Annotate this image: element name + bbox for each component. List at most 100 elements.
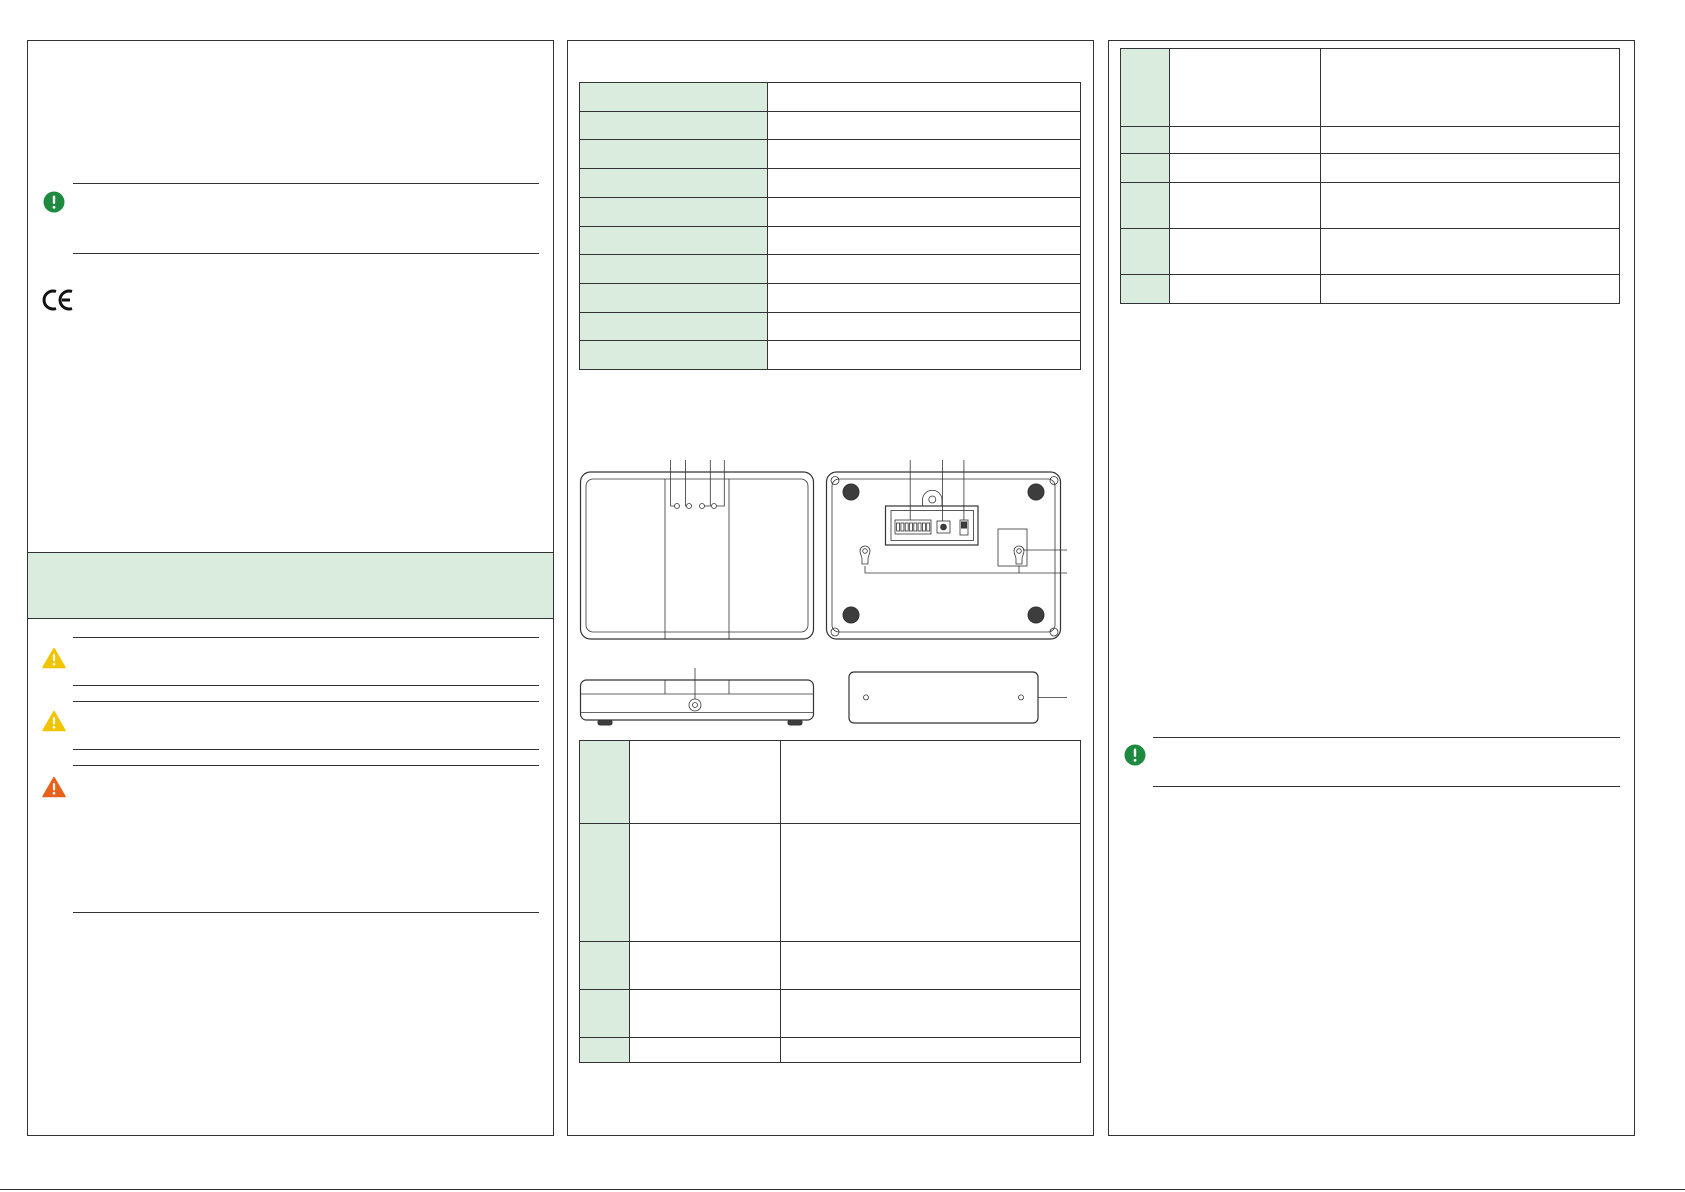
- front-housing-outline: [579, 471, 815, 640]
- rubber-foot: [842, 606, 860, 624]
- page-bottom-edge: [0, 1189, 1685, 1190]
- part-name-cell: [1170, 183, 1321, 229]
- caution-triangle-icon: [42, 710, 66, 732]
- part-number-cell: [1121, 275, 1170, 304]
- part-number-cell: [580, 741, 630, 824]
- led-indicator: [711, 503, 717, 509]
- parts-table: [1120, 48, 1620, 304]
- middle-panel: [567, 40, 1094, 1136]
- spec-value-cell: [768, 83, 1081, 112]
- side-view-diagram: [579, 668, 815, 726]
- ce-mark-logo: [42, 289, 73, 311]
- right-panel: [1108, 40, 1635, 1136]
- divider-line: [73, 749, 539, 750]
- back-panel-inset: [831, 478, 1056, 633]
- left-panel: [27, 40, 554, 1136]
- spec-value-cell: [768, 169, 1081, 198]
- divider-line: [73, 765, 539, 766]
- dip-switch-lever: [922, 522, 926, 532]
- leader-line: [864, 566, 1067, 574]
- back-view-diagram: [825, 460, 1067, 640]
- part-description-cell: [781, 824, 1081, 942]
- keyhole-slot-opening: [1016, 548, 1022, 554]
- divider-line: [73, 701, 539, 702]
- warning-triangle-icon: [42, 776, 66, 798]
- dip-switch-lever: [904, 522, 909, 532]
- part-name-cell: [1170, 275, 1321, 304]
- parts-table: [579, 740, 1081, 1063]
- dip-switch-lever: [909, 522, 913, 532]
- part-description-cell: [1321, 127, 1620, 154]
- part-number-cell: [1121, 49, 1170, 127]
- mounting-hole: [1018, 694, 1024, 701]
- rubber-foot: [597, 719, 613, 726]
- spec-label-cell: [580, 283, 768, 313]
- cover-screw-hole: [928, 495, 937, 504]
- spec-value-cell: [768, 255, 1081, 284]
- part-description-cell: [781, 1038, 1081, 1063]
- dip-switch-lever: [917, 522, 922, 532]
- leader-line: [716, 460, 725, 507]
- part-name-cell: [1170, 49, 1321, 127]
- device-diagrams: [579, 460, 1067, 726]
- rubber-foot: [1027, 483, 1045, 501]
- part-number-cell: [1121, 127, 1170, 154]
- led-indicator: [686, 503, 692, 509]
- cover-tab: [922, 489, 943, 506]
- divider-line: [73, 183, 539, 184]
- divider-line: [73, 912, 539, 913]
- front-panel-inset: [585, 478, 809, 633]
- spec-value-cell: [768, 226, 1081, 256]
- part-description-cell: [1321, 183, 1620, 229]
- spec-label-cell: [580, 83, 768, 112]
- corner-screw-hole: [1049, 476, 1059, 485]
- led-indicator: [699, 503, 705, 509]
- exclamation-circle-icon: [1124, 744, 1146, 766]
- part-description-cell: [1321, 229, 1620, 275]
- power-jack-pin: [692, 702, 698, 708]
- side-housing-outline: [579, 679, 815, 721]
- dip-switch-lever: [900, 522, 905, 532]
- part-name-cell: [1170, 127, 1321, 154]
- leader-line: [670, 460, 675, 507]
- spec-value-cell: [768, 111, 1081, 141]
- led-indicator: [674, 503, 680, 509]
- spec-value-cell: [768, 197, 1081, 227]
- part-description-cell: [1321, 49, 1620, 127]
- spec-label-cell: [580, 197, 768, 227]
- dip-switch-lever: [926, 522, 931, 532]
- leader-line: [685, 460, 687, 507]
- mounting-hole: [863, 694, 869, 701]
- divider-line: [73, 253, 539, 254]
- section-header-band: [28, 552, 553, 619]
- spec-label-cell: [580, 169, 768, 198]
- spec-label-cell: [580, 226, 768, 256]
- part-name-cell: [630, 942, 781, 990]
- dip-switch-lever: [896, 522, 900, 532]
- spec-value-cell: [768, 312, 1081, 342]
- part-number-cell: [580, 942, 630, 990]
- part-description-cell: [1321, 154, 1620, 183]
- part-number-cell: [580, 990, 630, 1038]
- spec-value-cell: [768, 283, 1081, 313]
- part-name-cell: [630, 741, 781, 824]
- part-number-cell: [580, 824, 630, 942]
- spec-label-cell: [580, 111, 768, 141]
- spec-label-cell: [580, 312, 768, 342]
- part-number-cell: [1121, 154, 1170, 183]
- part-description-cell: [781, 990, 1081, 1038]
- push-button: [940, 523, 947, 531]
- divider-line: [73, 637, 539, 638]
- spec-table: [579, 82, 1081, 370]
- divider-line: [1153, 737, 1620, 738]
- rubber-foot: [787, 719, 803, 726]
- divider-line: [73, 685, 539, 686]
- slide-switch-knob: [961, 521, 967, 529]
- exclamation-circle-icon: [43, 191, 65, 213]
- leader-line: [704, 460, 711, 507]
- spec-label-cell: [580, 255, 768, 284]
- part-name-cell: [630, 1038, 781, 1063]
- spec-label-cell: [580, 140, 768, 170]
- keyhole-slot-opening: [862, 548, 868, 554]
- dip-switch-lever: [913, 522, 918, 532]
